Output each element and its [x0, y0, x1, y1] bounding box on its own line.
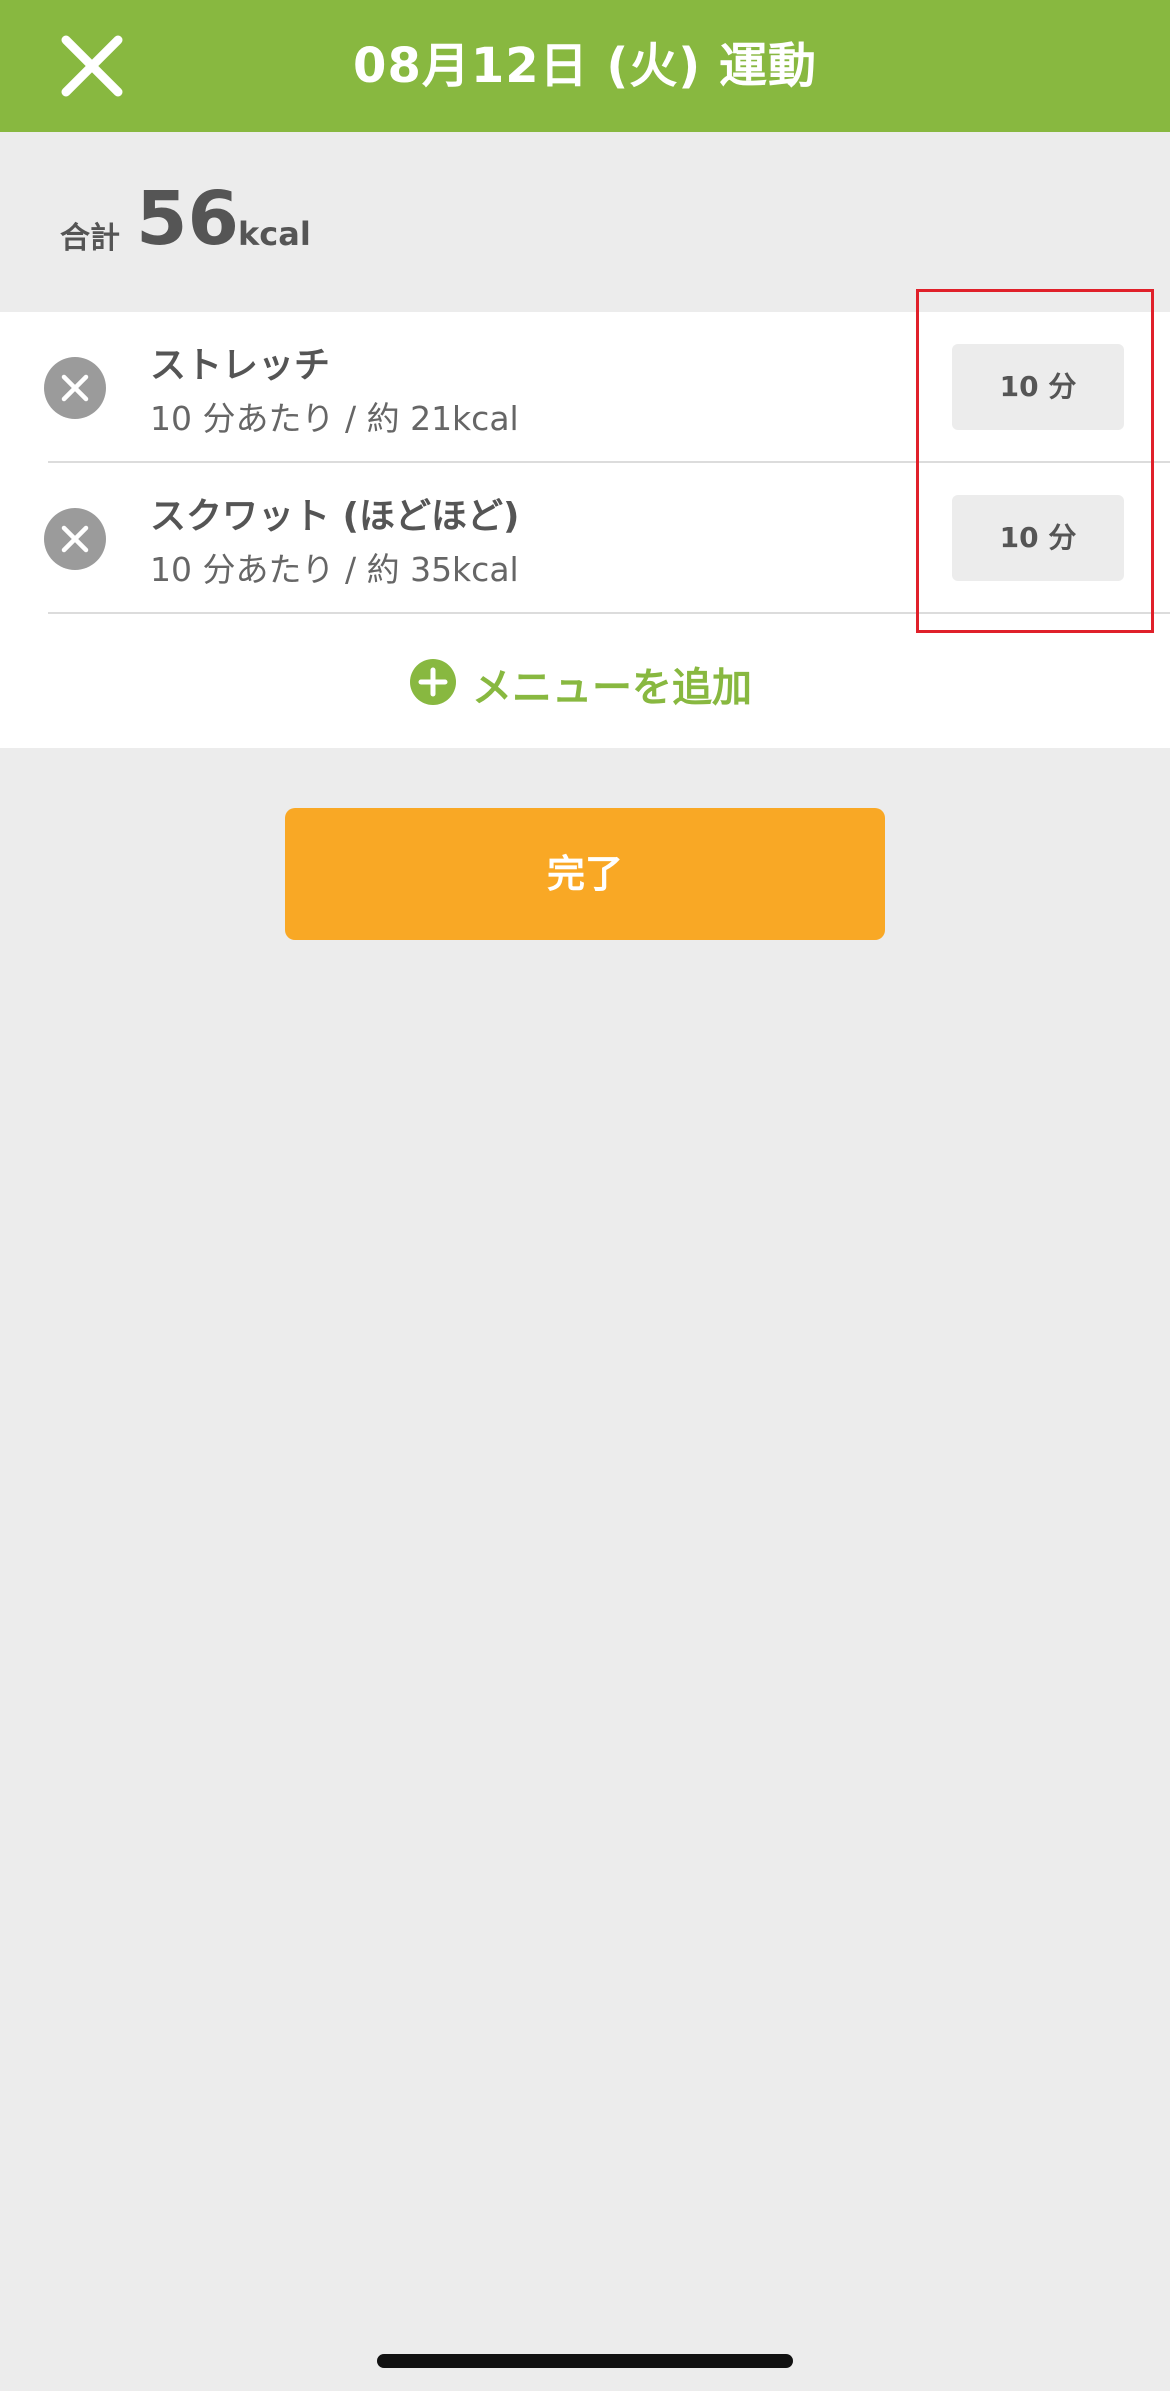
close-icon	[61, 35, 123, 97]
remove-icon	[61, 525, 89, 553]
summary-unit: kcal	[238, 215, 311, 253]
duration-button[interactable]: 10 分	[952, 495, 1124, 581]
exercise-row: ストレッチ 10 分あたり / 約 21kcal 10 分	[0, 312, 1170, 463]
remove-icon	[61, 374, 89, 402]
summary-value: 56	[136, 176, 239, 262]
header-bar: 08月12日 (火) 運動	[0, 0, 1170, 132]
remove-exercise-button[interactable]	[44, 508, 106, 570]
exercise-title: ストレッチ	[150, 345, 331, 386]
remove-exercise-button[interactable]	[44, 357, 106, 419]
exercise-title: スクワット (ほどほど)	[150, 496, 520, 537]
plus-circle-icon	[410, 659, 456, 705]
exercise-list: ストレッチ 10 分あたり / 約 21kcal 10 分 スクワット (ほどほ…	[0, 312, 1170, 748]
exercise-subtitle: 10 分あたり / 約 35kcal	[150, 550, 519, 589]
add-menu-button[interactable]: メニューを追加	[0, 617, 1170, 747]
row-divider	[48, 612, 1170, 614]
home-indicator	[377, 2354, 793, 2368]
duration-button[interactable]: 10 分	[952, 344, 1124, 430]
page-title: 08月12日 (火) 運動	[353, 38, 817, 94]
exercise-row: スクワット (ほどほど) 10 分あたり / 約 35kcal 10 分	[0, 463, 1170, 614]
summary-label: 合計	[60, 221, 120, 256]
done-button[interactable]: 完了	[285, 808, 885, 940]
exercise-subtitle: 10 分あたり / 約 21kcal	[150, 399, 519, 438]
exercise-log-screen: 08月12日 (火) 運動 合計 56 kcal ストレッチ 10 分あたり /…	[0, 0, 1170, 2391]
add-menu-label: メニューを追加	[472, 665, 752, 711]
close-button[interactable]	[52, 32, 132, 100]
